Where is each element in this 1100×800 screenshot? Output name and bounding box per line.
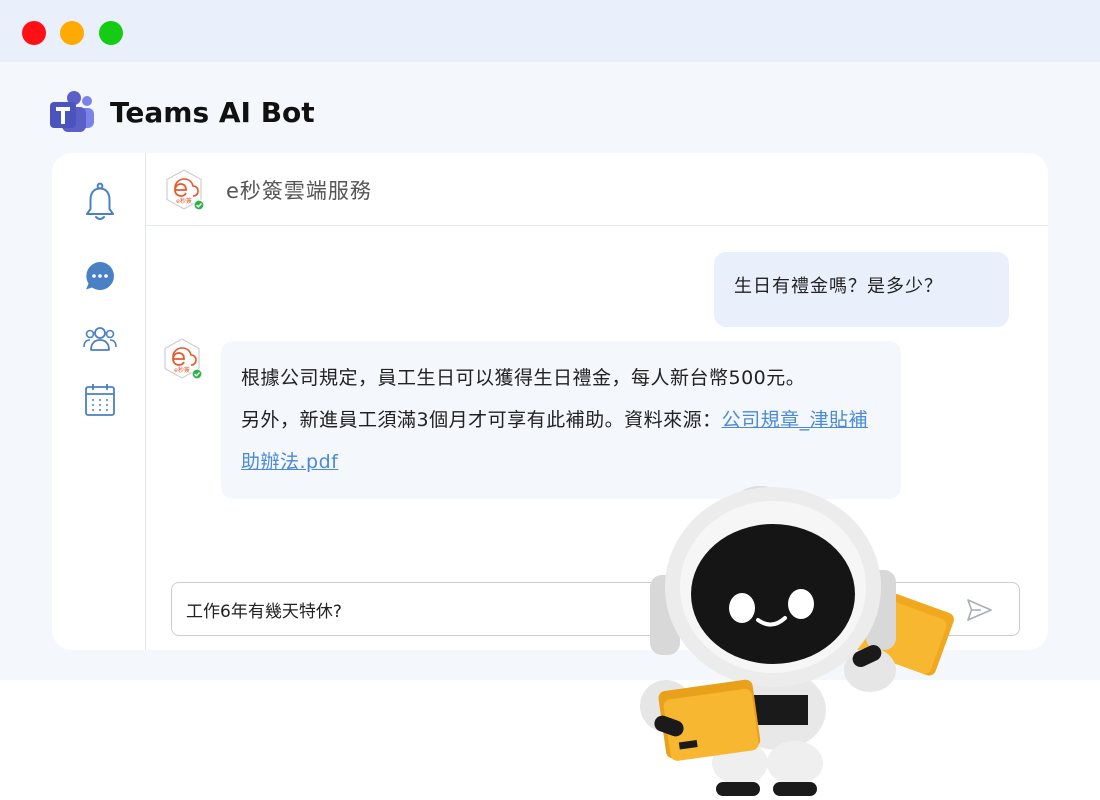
app-header: Teams AI Bot — [48, 88, 315, 136]
bot-message-line: 另外，新進員工須滿3個月才可享有此補助。資料來源：公司規章_津貼補助辦法.pdf — [241, 399, 881, 483]
verified-icon — [191, 368, 203, 380]
bot-message-avatar[interactable]: e秒簽 — [160, 337, 204, 381]
title-bar — [0, 0, 1100, 62]
microsoft-teams-icon — [50, 91, 94, 132]
send-icon[interactable] — [965, 596, 993, 624]
left-rail — [52, 153, 146, 650]
chat-bubble-icon — [86, 262, 114, 290]
minimize-window-button[interactable] — [60, 21, 84, 45]
svg-text:e秒簽: e秒簽 — [176, 197, 192, 205]
bot-message-line: 根據公司規定，員工生日可以獲得生日禮金，每人新台幣500元。 — [241, 367, 806, 389]
bot-message: 根據公司規定，員工生日可以獲得生日禮金，每人新台幣500元。 另外，新進員工須滿… — [221, 341, 901, 499]
user-message: 生日有禮金嗎？是多少？ — [714, 252, 1009, 327]
maximize-window-button[interactable] — [99, 21, 123, 45]
calendar-icon — [85, 384, 115, 416]
rail-item-notifications[interactable] — [82, 182, 118, 220]
robot-mascot-illustration — [640, 486, 954, 796]
bot-avatar[interactable]: e秒簽 — [162, 168, 206, 212]
rail-item-calendar[interactable] — [82, 382, 118, 418]
app-title: Teams AI Bot — [110, 95, 315, 129]
verified-icon — [193, 199, 205, 211]
rail-item-chat[interactable] — [82, 258, 118, 294]
rail-item-teams[interactable] — [82, 320, 118, 356]
bot-message-text: 另外，新進員工須滿3個月才可享有此補助。資料來源： — [241, 409, 722, 431]
chat-header: e秒簽 e秒簽雲端服務 — [146, 153, 1048, 226]
people-icon — [83, 327, 117, 351]
bell-icon — [86, 182, 114, 220]
chat-title: e秒簽雲端服務 — [226, 179, 372, 203]
close-window-button[interactable] — [22, 21, 46, 45]
svg-text:e秒簽: e秒簽 — [174, 366, 190, 374]
